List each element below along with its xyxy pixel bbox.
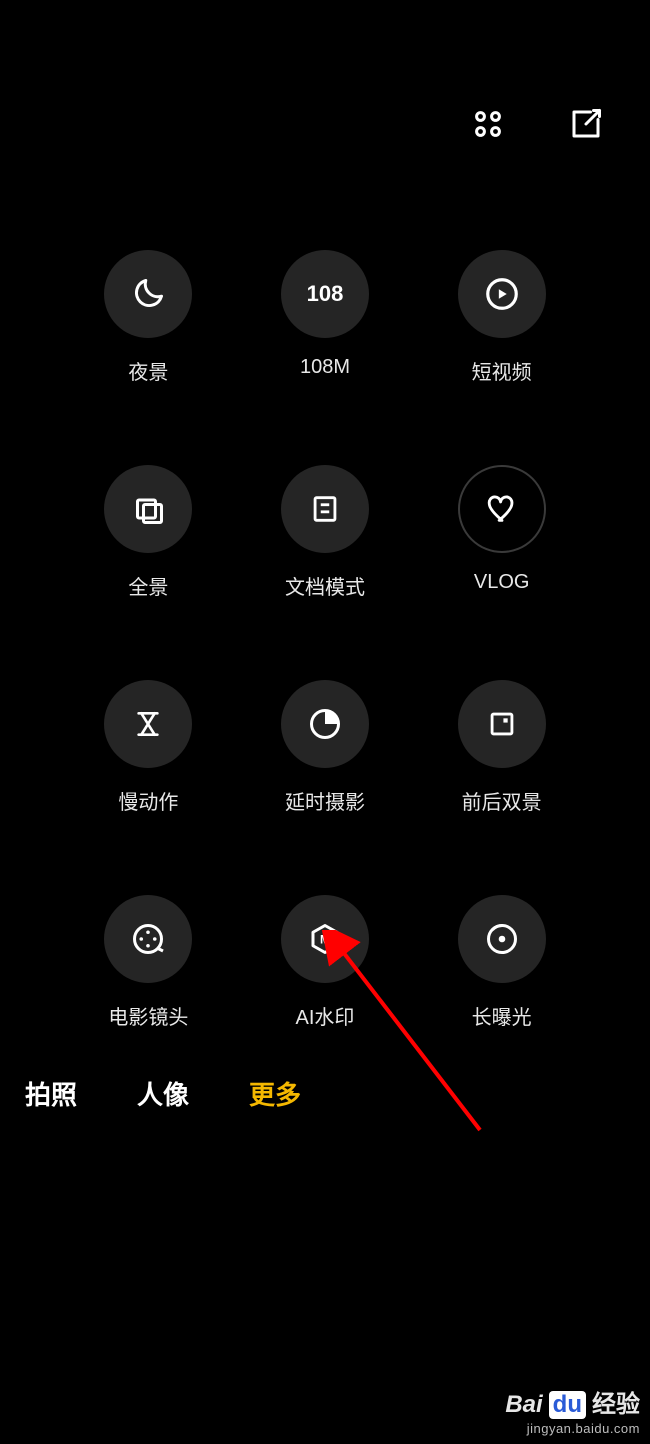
watermark-url: jingyan.baidu.com bbox=[505, 1421, 640, 1436]
mode-vlog[interactable]: VLOG bbox=[413, 465, 590, 600]
mp108-text-icon: 108 bbox=[307, 281, 344, 307]
mode-timelapse[interactable]: 延时摄影 bbox=[237, 680, 414, 815]
mode-movie-lens[interactable]: 电影镜头 bbox=[60, 895, 237, 1030]
mode-label: AI水印 bbox=[296, 1001, 355, 1030]
mode-label: 短视频 bbox=[472, 356, 532, 385]
square-dot-icon bbox=[485, 707, 519, 741]
mode-panorama-circle bbox=[104, 465, 192, 553]
mode-label: 慢动作 bbox=[118, 786, 178, 815]
mode-label: 全景 bbox=[128, 571, 168, 600]
watermark-suffix: 经验 bbox=[592, 1384, 640, 1419]
mode-108m[interactable]: 108 108M bbox=[237, 250, 414, 385]
mode-short-video[interactable]: 短视频 bbox=[413, 250, 590, 385]
hourglass-icon bbox=[132, 708, 164, 740]
camera-more-modes-screen: 夜景 108 108M 短视频 全景 bbox=[0, 0, 650, 1444]
mode-108m-circle: 108 bbox=[281, 250, 369, 338]
mode-slow-motion[interactable]: 慢动作 bbox=[60, 680, 237, 815]
mode-document-circle bbox=[281, 465, 369, 553]
mode-panorama[interactable]: 全景 bbox=[60, 465, 237, 600]
mode-dualview-circle bbox=[458, 680, 546, 768]
svg-text:M: M bbox=[320, 933, 330, 947]
edit-layout-button[interactable] bbox=[562, 100, 610, 148]
mode-timelapse-circle bbox=[281, 680, 369, 768]
mode-ai-watermark[interactable]: M AI水印 bbox=[237, 895, 414, 1030]
play-circle-icon bbox=[483, 275, 521, 313]
hexagon-m-icon: M bbox=[307, 921, 343, 957]
mode-longexp-circle bbox=[458, 895, 546, 983]
mode-label: 夜景 bbox=[128, 356, 168, 385]
baidu-jingyan-watermark: Baidu 经验 jingyan.baidu.com bbox=[505, 1384, 640, 1436]
tab-photo[interactable]: 拍照 bbox=[25, 1075, 77, 1112]
mode-slowmo-circle bbox=[104, 680, 192, 768]
watermark-bai: Bai bbox=[505, 1391, 542, 1419]
camera-mode-tabs: 拍照 人像 更多 bbox=[25, 1075, 301, 1112]
mode-movielens-circle bbox=[104, 895, 192, 983]
mode-document[interactable]: 文档模式 bbox=[237, 465, 414, 600]
mode-label: 文档模式 bbox=[285, 571, 365, 600]
mode-label: VLOG bbox=[474, 571, 530, 594]
edit-square-icon bbox=[568, 106, 604, 142]
watermark-du: du bbox=[549, 1391, 586, 1419]
mode-short-video-circle bbox=[458, 250, 546, 338]
mode-label: 长曝光 bbox=[472, 1001, 532, 1030]
film-reel-icon bbox=[130, 921, 166, 957]
mode-night-circle bbox=[104, 250, 192, 338]
tab-more[interactable]: 更多 bbox=[249, 1075, 301, 1112]
document-icon bbox=[308, 492, 342, 526]
moon-icon bbox=[130, 276, 166, 312]
modes-grid-button[interactable] bbox=[464, 100, 512, 148]
tab-portrait[interactable]: 人像 bbox=[137, 1075, 189, 1112]
topbar bbox=[464, 100, 610, 148]
heart-v-icon bbox=[485, 492, 519, 526]
clock-quarter-icon bbox=[307, 706, 343, 742]
mode-night[interactable]: 夜景 bbox=[60, 250, 237, 385]
mode-label: 电影镜头 bbox=[108, 1001, 188, 1030]
mode-aiwatermark-circle: M bbox=[281, 895, 369, 983]
mode-label: 延时摄影 bbox=[285, 786, 365, 815]
watermark-brand: Baidu 经验 bbox=[505, 1384, 640, 1419]
mode-vlog-circle bbox=[458, 465, 546, 553]
mode-label: 108M bbox=[300, 356, 350, 379]
modes-grid: 夜景 108 108M 短视频 全景 bbox=[0, 250, 650, 1030]
mode-long-exposure[interactable]: 长曝光 bbox=[413, 895, 590, 1030]
four-dots-icon bbox=[470, 106, 506, 142]
aperture-arc-icon bbox=[484, 921, 520, 957]
mode-label: 前后双景 bbox=[462, 786, 542, 815]
panorama-icon bbox=[130, 491, 166, 527]
mode-dual-view[interactable]: 前后双景 bbox=[413, 680, 590, 815]
